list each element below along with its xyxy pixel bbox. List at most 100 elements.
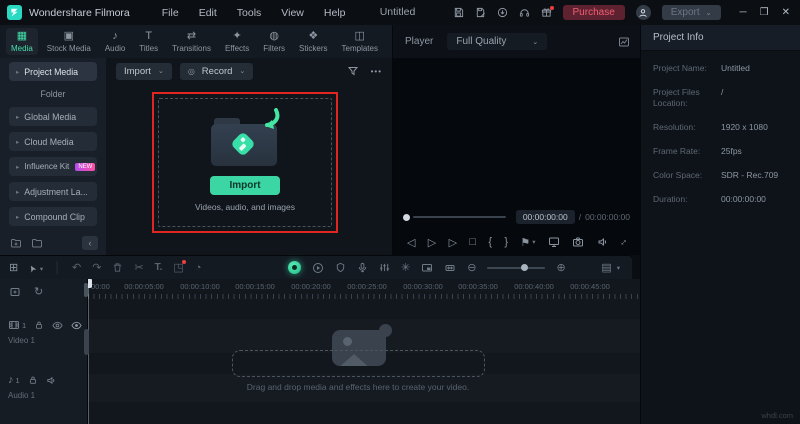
- tab-media[interactable]: ▦ Media: [6, 28, 38, 55]
- mark-in-button[interactable]: {: [488, 236, 492, 248]
- screen-record-icon[interactable]: [312, 262, 324, 274]
- menu-view[interactable]: View: [281, 7, 304, 19]
- scrollbar-thumb[interactable]: [84, 283, 88, 297]
- play-button[interactable]: ▷: [428, 236, 436, 249]
- tab-stock-media[interactable]: ▣ Stock Media: [42, 28, 96, 55]
- hide-track-icon[interactable]: [52, 320, 63, 331]
- media-browser-toggle-icon[interactable]: ⊞: [9, 261, 18, 274]
- mark-out-button[interactable]: }: [504, 236, 508, 248]
- add-clip-icon[interactable]: [9, 286, 21, 298]
- sidebar-item-cloud-media[interactable]: ▸ Cloud Media: [9, 132, 97, 151]
- ripple-edit-icon[interactable]: [444, 262, 456, 274]
- zoom-out-button[interactable]: ⊖: [467, 261, 476, 274]
- menu-tools[interactable]: Tools: [237, 7, 262, 19]
- export-button[interactable]: Export ⌄: [661, 5, 721, 20]
- marker-button[interactable]: ⚑ ▾: [520, 236, 535, 249]
- sidebar-item-project-media[interactable]: ▸ Project Media: [9, 62, 97, 81]
- update-icon[interactable]: [497, 7, 508, 18]
- media-panel-tools: •••: [347, 65, 382, 77]
- record-dropdown[interactable]: ◎ Record ⌄: [179, 62, 254, 80]
- filter-sort-icon[interactable]: [347, 65, 359, 77]
- tab-templates[interactable]: ◫ Templates: [337, 28, 383, 55]
- fullscreen-button[interactable]: ↕: [618, 236, 629, 247]
- sidebar-item-label: Project Media: [24, 66, 79, 77]
- new-folder-icon[interactable]: [10, 237, 22, 249]
- step-backward-button[interactable]: ◁: [407, 236, 415, 249]
- import-dropdown[interactable]: Import ⌄: [116, 62, 172, 80]
- menu-file[interactable]: File: [162, 7, 179, 19]
- timeline-drop-zone[interactable]: [232, 350, 485, 377]
- support-icon[interactable]: [519, 7, 530, 18]
- scrubber-track[interactable]: [413, 216, 506, 218]
- save-icon[interactable]: [453, 7, 464, 18]
- timeline-ruler[interactable]: 00:00 00:00:05:00 00:00:10:00 00:00:15:0…: [0, 279, 640, 300]
- pointer-tool-icon[interactable]: ➤ ▾: [26, 262, 43, 274]
- collapse-sidebar-button[interactable]: ‹: [82, 236, 98, 250]
- stop-button[interactable]: □: [469, 236, 476, 248]
- delete-button[interactable]: [112, 262, 123, 273]
- caret-down-icon[interactable]: ▾: [617, 264, 620, 272]
- close-button[interactable]: ✕: [782, 7, 790, 18]
- display-mode-button[interactable]: [548, 236, 560, 248]
- ruler-label: 00:00:05:00: [124, 282, 164, 291]
- sidebar-item-compound-clip[interactable]: ▸ Compound Clip: [9, 207, 97, 226]
- lock-track-icon[interactable]: [34, 320, 44, 330]
- snapshot-button[interactable]: [572, 236, 584, 248]
- sidebar-item-folder[interactable]: Folder: [0, 89, 106, 99]
- mute-button[interactable]: [597, 236, 609, 248]
- toolbar-divider: │: [54, 261, 61, 274]
- avatar[interactable]: [635, 5, 651, 20]
- split-button[interactable]: ✂: [134, 261, 143, 274]
- sidebar-item-influence-kit[interactable]: ▸ Influence Kit NEW: [9, 157, 97, 176]
- pip-icon[interactable]: [421, 262, 433, 274]
- tab-filters[interactable]: ◍ Filters: [258, 28, 290, 55]
- voiceover-mic-icon[interactable]: [357, 262, 368, 273]
- tab-effects[interactable]: ✦ Effects: [220, 28, 254, 55]
- tab-transitions[interactable]: ⇄ Transitions: [167, 28, 216, 55]
- field-label: Frame Rate:: [653, 146, 701, 157]
- quality-dropdown[interactable]: Full Quality ⌄: [447, 33, 548, 50]
- restore-button[interactable]: ❐: [760, 7, 769, 18]
- marker-icon[interactable]: [335, 262, 346, 273]
- import-button[interactable]: Import: [210, 175, 280, 195]
- minimize-button[interactable]: ─: [740, 7, 747, 18]
- zoom-slider-thumb[interactable]: [521, 263, 529, 271]
- sidebar-item-adjustment-layer[interactable]: ▸ Adjustment La...: [9, 182, 97, 201]
- save-as-icon[interactable]: [475, 7, 486, 18]
- mute-track-icon[interactable]: [46, 375, 57, 386]
- field-color-space: Color Space: SDR - Rec.709: [653, 170, 790, 181]
- scrubber-handle[interactable]: [403, 213, 410, 221]
- mixer-icon[interactable]: [379, 262, 390, 273]
- header-resize-handle[interactable]: [84, 329, 89, 355]
- lock-track-icon[interactable]: [28, 375, 38, 385]
- redo-button[interactable]: ↷: [92, 261, 101, 274]
- text-tool-button[interactable]: T.: [155, 262, 163, 273]
- folder-icon[interactable]: [31, 237, 43, 249]
- gifts-icon[interactable]: [541, 6, 554, 18]
- ai-tool-icon[interactable]: [288, 261, 301, 274]
- tab-audio[interactable]: ♪ Audio: [100, 28, 130, 55]
- zoom-in-button[interactable]: ⊕: [556, 261, 565, 274]
- menu-edit[interactable]: Edit: [199, 7, 217, 19]
- more-options-icon[interactable]: •••: [371, 67, 382, 76]
- menu-help[interactable]: Help: [324, 7, 346, 19]
- crop-button[interactable]: ◳: [173, 260, 186, 274]
- tab-stickers[interactable]: ❖ Stickers: [294, 28, 332, 55]
- step-forward-button[interactable]: ▷: [449, 236, 457, 249]
- caret-down-icon: ⌄: [705, 9, 712, 17]
- speed-button[interactable]: ◔: [195, 262, 202, 274]
- project-title: Untitled: [379, 6, 416, 18]
- sidebar-item-global-media[interactable]: ▸ Global Media: [9, 107, 97, 126]
- scopes-icon[interactable]: [618, 36, 630, 48]
- undo-button[interactable]: ↶: [72, 261, 81, 274]
- tab-label: Transitions: [172, 44, 211, 53]
- timeline-zoom-slider[interactable]: [487, 263, 546, 271]
- refresh-icon[interactable]: ↻: [34, 285, 43, 298]
- track-manager-icon[interactable]: ▤: [601, 261, 611, 274]
- player-header: Player Full Quality ⌄: [392, 25, 640, 58]
- purchase-button[interactable]: Purchase: [562, 5, 625, 20]
- tab-titles[interactable]: T Titles: [134, 28, 163, 55]
- import-drop-zone[interactable]: Import Videos, audio, and images: [158, 98, 332, 227]
- freeze-frame-icon[interactable]: ✳: [401, 261, 410, 274]
- preview-track-icon[interactable]: [71, 320, 82, 331]
